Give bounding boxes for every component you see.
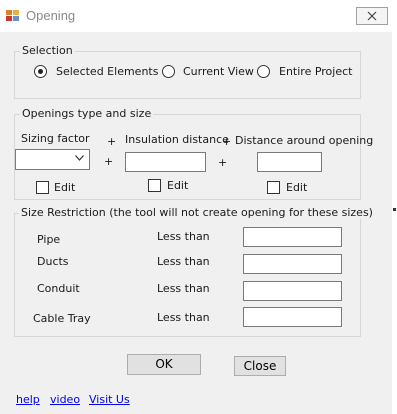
restriction-name-ducts: Ducts: [37, 255, 69, 268]
close-button[interactable]: Close: [234, 356, 286, 376]
restriction-condition: Less than: [157, 230, 210, 243]
ok-button[interactable]: OK: [127, 354, 201, 375]
radio-selected-elements[interactable]: [34, 65, 47, 78]
title-bar: Opening: [0, 0, 397, 32]
radio-current-view[interactable]: [162, 65, 175, 78]
restriction-condition: Less than: [157, 282, 210, 295]
selection-legend: Selection: [20, 44, 75, 57]
chevron-down-icon: [75, 155, 84, 161]
openings-legend: Openings type and size: [20, 107, 154, 120]
close-window-button[interactable]: [356, 7, 388, 25]
plus-sign: +: [222, 135, 232, 148]
plus-sign: +: [107, 135, 117, 148]
sizing-factor-dropdown[interactable]: [15, 149, 90, 170]
sizing-factor-edit-label[interactable]: Edit: [54, 181, 75, 194]
pipe-size-input[interactable]: [243, 227, 342, 247]
edge-marker: [393, 208, 396, 211]
around-edit-checkbox[interactable]: [267, 181, 280, 194]
restriction-condition: Less than: [157, 255, 210, 268]
distance-around-label: Distance around opening: [235, 134, 374, 147]
distance-around-input[interactable]: [257, 152, 322, 172]
window-edge: [392, 0, 397, 414]
app-icon: [6, 10, 20, 22]
around-edit-label[interactable]: Edit: [286, 181, 307, 194]
window-title: Opening: [26, 8, 76, 23]
size-restriction-legend: Size Restriction (the tool will not crea…: [19, 206, 375, 219]
restriction-name-pipe: Pipe: [37, 233, 61, 246]
close-icon: [367, 11, 377, 21]
radio-entire-project-label[interactable]: Entire Project: [279, 65, 352, 78]
insulation-edit-checkbox[interactable]: [148, 179, 161, 192]
plus-sign: +: [218, 156, 228, 169]
insulation-distance-input[interactable]: [125, 152, 206, 172]
radio-dot: [38, 69, 43, 74]
radio-entire-project[interactable]: [257, 65, 270, 78]
ducts-size-input[interactable]: [243, 254, 342, 274]
sizing-factor-edit-checkbox[interactable]: [36, 181, 49, 194]
sizing-factor-label: Sizing factor: [21, 132, 90, 145]
radio-current-view-label[interactable]: Current View: [183, 65, 254, 78]
visit-us-link[interactable]: Visit Us: [89, 393, 130, 406]
insulation-distance-label: Insulation distance: [125, 133, 229, 146]
restriction-name-conduit: Conduit: [37, 282, 80, 295]
plus-sign: +: [104, 155, 114, 168]
cable-tray-size-input[interactable]: [243, 307, 342, 327]
restriction-name-cable-tray: Cable Tray: [33, 312, 91, 325]
video-link[interactable]: video: [50, 393, 80, 406]
restriction-condition: Less than: [157, 311, 210, 324]
radio-selected-elements-label[interactable]: Selected Elements: [56, 65, 158, 78]
insulation-edit-label[interactable]: Edit: [167, 179, 188, 192]
conduit-size-input[interactable]: [243, 281, 342, 301]
help-link[interactable]: help: [16, 393, 40, 406]
